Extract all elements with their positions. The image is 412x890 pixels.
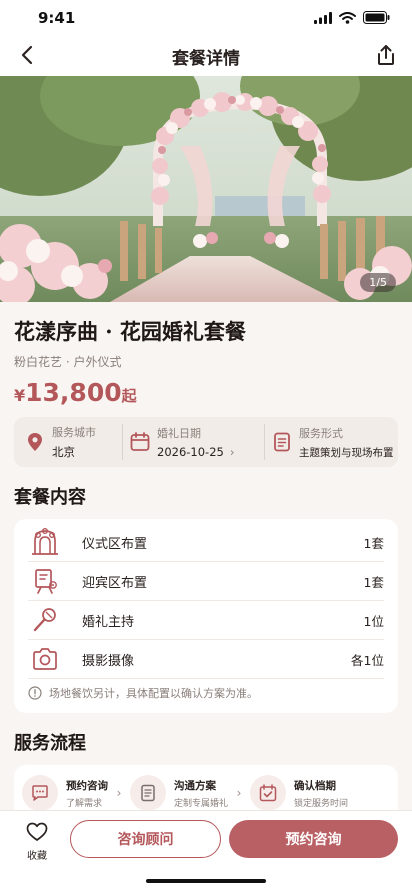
price-amount: 13,800 [25, 378, 122, 407]
process-step: 确认档期 锁定服务时间 [250, 775, 348, 811]
package-detail-screen: 9:41 套餐详情 1/5 花漾序曲 · 花园婚礼套餐 粉白花艺 · 户外仪式 … [0, 0, 412, 890]
step-title: 确认档期 [294, 779, 337, 792]
step-desc: 了解需求 [66, 798, 103, 809]
floral-arch-icon [32, 528, 58, 555]
package-price: ¥13,800起 [14, 378, 398, 407]
list-item: 仪式区布置 1套 [28, 523, 384, 562]
bottom-action-bar: 收藏 咨询顾问 预约咨询 [0, 810, 412, 890]
item-name: 迎宾区布置 [82, 575, 148, 591]
list-item: 摄影摄像 各1位 [28, 640, 384, 679]
contents-heading: 套餐内容 [14, 487, 86, 508]
facts-bar: 服务城市 北京 婚礼日期 2026-10-25 › 服务形式 主题策划与现场布置 [14, 417, 398, 467]
step-title: 沟通方案 [174, 779, 216, 792]
home-indicator [146, 879, 266, 883]
heart-icon [26, 822, 48, 841]
location-icon [28, 433, 42, 451]
package-info: 花漾序曲 · 花园婚礼套餐 粉白花艺 · 户外仪式 ¥13,800起 服务城市 … [0, 302, 412, 821]
plan-icon [141, 784, 155, 802]
list-item: 迎宾区布置 1套 [28, 562, 384, 601]
document-icon [274, 432, 290, 452]
fact-service-value: 主题策划与现场布置 [299, 446, 394, 459]
process-step: 预约咨询 了解需求 [22, 775, 108, 811]
item-name: 婚礼主持 [82, 614, 135, 630]
microphone-icon [33, 608, 56, 632]
process-step: 沟通方案 定制专属婚礼 [130, 775, 228, 811]
step-icon-circle [130, 775, 166, 811]
wedding-garden-photo [0, 76, 412, 302]
process-heading: 服务流程 [14, 733, 86, 754]
welcome-sign-icon [35, 569, 57, 594]
list-item: 婚礼主持 1位 [28, 601, 384, 640]
contents-note: 场地餐饮另计，具体配置以确认方案为准。 [28, 679, 384, 707]
price-suffix: 起 [121, 387, 137, 405]
step-icon-circle [250, 775, 287, 811]
contents-card: 仪式区布置 1套 迎宾区布置 1套 婚礼主持 1位 摄影摄像 各1位 场地餐饮另… [14, 519, 398, 713]
favorite-label: 收藏 [27, 851, 47, 862]
share-icon [378, 45, 394, 65]
fact-city: 服务城市 北京 [18, 424, 122, 460]
step-title: 预约咨询 [66, 779, 108, 792]
chevron-right-icon: › [229, 445, 235, 459]
status-time: 9:41 [38, 9, 76, 27]
item-qty: 各1位 [351, 652, 384, 668]
book-consultation-button[interactable]: 预约咨询 [229, 820, 398, 858]
hero-gallery[interactable]: 1/5 [0, 76, 412, 302]
step-desc: 定制专属婚礼 [174, 798, 229, 809]
step-icon-circle [22, 775, 58, 811]
item-qty: 1套 [363, 535, 384, 551]
fact-city-label: 服务城市 [52, 426, 96, 439]
fact-date-text: 2026-10-25 [157, 445, 224, 459]
chat-icon [32, 785, 48, 801]
page-title: 套餐详情 [172, 49, 240, 69]
battery-icon [363, 11, 390, 24]
item-qty: 1套 [363, 574, 384, 590]
item-name: 摄影摄像 [82, 653, 135, 669]
signal-icon [314, 11, 332, 24]
favorite-button[interactable]: 收藏 [18, 822, 56, 862]
gallery-counter: 1/5 [360, 273, 396, 292]
chevron-right-icon: › [236, 786, 242, 800]
package-title: 花漾序曲 · 花园婚礼套餐 [14, 319, 246, 344]
contents-note-text: 场地餐饮另计，具体配置以确认方案为准。 [49, 687, 258, 700]
calendar-icon [130, 432, 150, 451]
wifi-icon [339, 11, 356, 24]
info-icon [28, 686, 42, 700]
status-bar: 9:41 [0, 0, 412, 34]
nav-bar: 套餐详情 [0, 34, 412, 76]
camera-icon [33, 648, 57, 670]
status-icons [314, 11, 390, 24]
package-subtitle: 粉白花艺 · 户外仪式 [14, 355, 122, 369]
step-desc: 锁定服务时间 [294, 798, 349, 809]
item-name: 仪式区布置 [82, 536, 148, 552]
fact-service: 服务形式 主题策划与现场布置 [264, 424, 394, 460]
fact-service-label: 服务形式 [299, 426, 343, 440]
share-button[interactable] [372, 41, 400, 69]
fact-city-value: 北京 [52, 445, 75, 459]
fact-date-value: 2026-10-25 › [157, 445, 234, 459]
price-currency: ¥ [14, 386, 26, 405]
fact-date-label: 婚礼日期 [157, 427, 201, 440]
calendar-check-icon [259, 784, 277, 802]
chevron-right-icon: › [116, 786, 122, 800]
fact-date[interactable]: 婚礼日期 2026-10-25 › [122, 424, 264, 460]
consult-advisor-button[interactable]: 咨询顾问 [70, 820, 221, 858]
item-qty: 1位 [363, 613, 384, 629]
